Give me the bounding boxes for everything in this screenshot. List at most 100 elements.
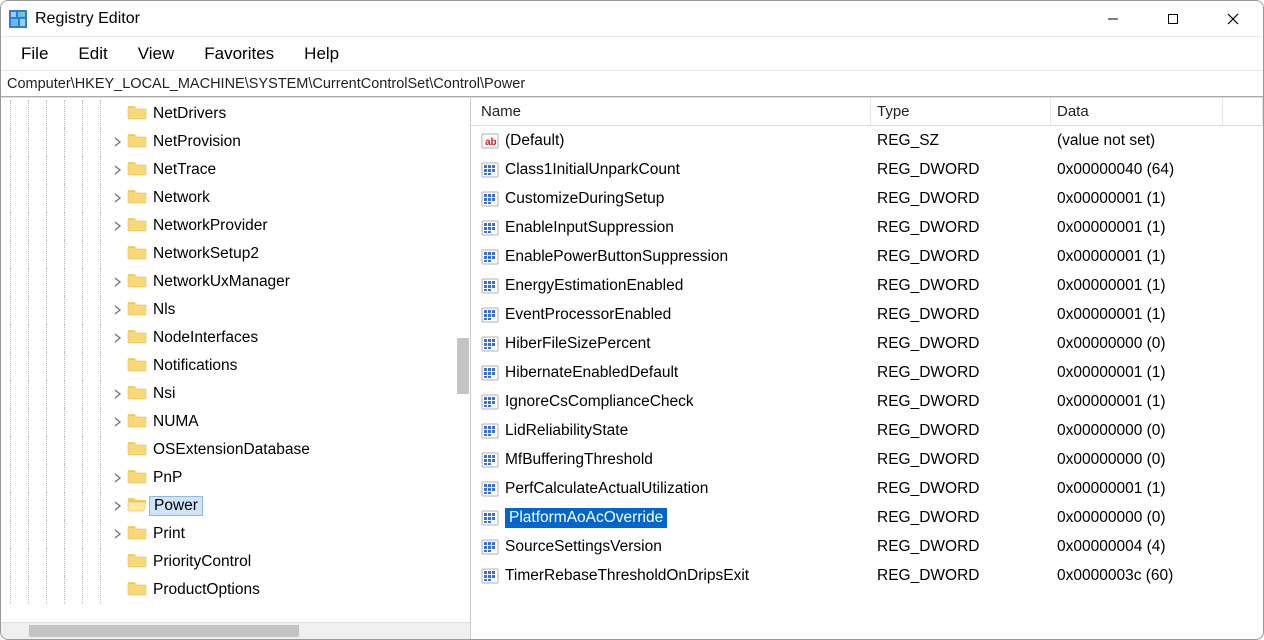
- value-name: EnablePowerButtonSuppression: [505, 248, 728, 266]
- value-type: REG_DWORD: [871, 393, 1051, 411]
- tree-item[interactable]: PnP: [1, 464, 470, 492]
- minimize-button[interactable]: [1083, 1, 1143, 36]
- tree-scroll[interactable]: NetDrivers NetProvision NetTrace Network…: [1, 98, 470, 622]
- folder-icon: [127, 552, 147, 568]
- value-row[interactable]: HibernateEnabledDefaultREG_DWORD0x000000…: [471, 358, 1263, 387]
- value-name: IgnoreCsComplianceCheck: [505, 393, 694, 411]
- tree-item[interactable]: OSExtensionDatabase: [1, 436, 470, 464]
- value-name: EventProcessorEnabled: [505, 306, 671, 324]
- chevron-right-icon[interactable]: [109, 464, 127, 492]
- folder-open-icon: [127, 496, 147, 512]
- tree-item[interactable]: Notifications: [1, 352, 470, 380]
- tree-expander-empty: [109, 352, 127, 380]
- tree-item[interactable]: Nsi: [1, 380, 470, 408]
- dword-value-icon: [481, 480, 499, 498]
- dword-value-icon: [481, 393, 499, 411]
- tree-item-label: Nls: [153, 301, 183, 319]
- body: NetDrivers NetProvision NetTrace Network…: [1, 97, 1263, 639]
- tree-item[interactable]: NetDrivers: [1, 100, 470, 128]
- value-row[interactable]: LidReliabilityStateREG_DWORD0x00000000 (…: [471, 416, 1263, 445]
- address-bar[interactable]: Computer\HKEY_LOCAL_MACHINE\SYSTEM\Curre…: [1, 71, 1263, 97]
- value-data: 0x00000001 (1): [1051, 277, 1263, 295]
- tree-item-label: Power: [149, 496, 203, 516]
- menu-view[interactable]: View: [124, 40, 189, 68]
- chevron-right-icon[interactable]: [109, 296, 127, 324]
- value-row[interactable]: EventProcessorEnabledREG_DWORD0x00000001…: [471, 300, 1263, 329]
- dword-value-icon: [481, 219, 499, 237]
- value-row[interactable]: IgnoreCsComplianceCheckREG_DWORD0x000000…: [471, 387, 1263, 416]
- value-name: MfBufferingThreshold: [505, 451, 653, 469]
- tree-item[interactable]: NetTrace: [1, 156, 470, 184]
- chevron-right-icon[interactable]: [109, 408, 127, 436]
- value-row[interactable]: EnablePowerButtonSuppressionREG_DWORD0x0…: [471, 242, 1263, 271]
- maximize-button[interactable]: [1143, 1, 1203, 36]
- tree-item[interactable]: NetProvision: [1, 128, 470, 156]
- value-row[interactable]: TimerRebaseThresholdOnDripsExitREG_DWORD…: [471, 561, 1263, 590]
- chevron-right-icon[interactable]: [109, 156, 127, 184]
- tree-item[interactable]: ProductOptions: [1, 576, 470, 604]
- values-header: Name Type Data: [471, 98, 1263, 126]
- tree-item-label: PnP: [153, 469, 190, 487]
- value-row[interactable]: EnableInputSuppressionREG_DWORD0x0000000…: [471, 213, 1263, 242]
- tree-item[interactable]: Network: [1, 184, 470, 212]
- tree-item[interactable]: Nls: [1, 296, 470, 324]
- tree-item[interactable]: NetworkUxManager: [1, 268, 470, 296]
- tree-item[interactable]: Print: [1, 520, 470, 548]
- menu-edit[interactable]: Edit: [64, 40, 121, 68]
- value-row[interactable]: Class1InitialUnparkCountREG_DWORD0x00000…: [471, 155, 1263, 184]
- tree-item-label: NodeInterfaces: [153, 329, 266, 347]
- dword-value-icon: [481, 248, 499, 266]
- dword-value-icon: [481, 451, 499, 469]
- value-row[interactable]: PlatformAoAcOverrideREG_DWORD0x00000000 …: [471, 503, 1263, 532]
- tree-item[interactable]: NodeInterfaces: [1, 324, 470, 352]
- menu-favorites[interactable]: Favorites: [190, 40, 288, 68]
- value-type: REG_DWORD: [871, 219, 1051, 237]
- address-text: Computer\HKEY_LOCAL_MACHINE\SYSTEM\Curre…: [7, 76, 525, 92]
- close-button[interactable]: [1203, 1, 1263, 36]
- value-row[interactable]: EnergyEstimationEnabledREG_DWORD0x000000…: [471, 271, 1263, 300]
- value-row[interactable]: SourceSettingsVersionREG_DWORD0x00000004…: [471, 532, 1263, 561]
- vertical-scrollbar-thumb[interactable]: [457, 338, 469, 394]
- value-row[interactable]: PerfCalculateActualUtilizationREG_DWORD0…: [471, 474, 1263, 503]
- value-type: REG_DWORD: [871, 364, 1051, 382]
- folder-icon: [127, 524, 147, 540]
- tree-item-label: NUMA: [153, 413, 207, 431]
- horizontal-scrollbar-thumb[interactable]: [29, 625, 299, 637]
- value-data: (value not set): [1051, 132, 1263, 150]
- folder-icon: [127, 300, 147, 316]
- tree-item[interactable]: NetworkSetup2: [1, 240, 470, 268]
- value-name: PlatformAoAcOverride: [505, 508, 667, 528]
- chevron-right-icon[interactable]: [109, 324, 127, 352]
- horizontal-scrollbar[interactable]: [1, 622, 470, 639]
- folder-icon: [127, 188, 147, 204]
- column-header-extra[interactable]: [1223, 98, 1263, 125]
- tree-item[interactable]: Power: [1, 492, 470, 520]
- value-row[interactable]: ab (Default)REG_SZ(value not set): [471, 126, 1263, 155]
- chevron-right-icon[interactable]: [109, 184, 127, 212]
- tree-expander-empty: [109, 240, 127, 268]
- chevron-right-icon[interactable]: [109, 268, 127, 296]
- folder-icon: [127, 244, 147, 260]
- value-row[interactable]: HiberFileSizePercentREG_DWORD0x00000000 …: [471, 329, 1263, 358]
- folder-icon: [127, 384, 147, 400]
- chevron-right-icon[interactable]: [109, 520, 127, 548]
- menu-file[interactable]: File: [7, 40, 62, 68]
- column-header-type[interactable]: Type: [871, 98, 1051, 125]
- window-title: Registry Editor: [35, 10, 140, 28]
- chevron-right-icon[interactable]: [109, 212, 127, 240]
- value-row[interactable]: CustomizeDuringSetupREG_DWORD0x00000001 …: [471, 184, 1263, 213]
- value-row[interactable]: MfBufferingThresholdREG_DWORD0x00000000 …: [471, 445, 1263, 474]
- column-header-data[interactable]: Data: [1051, 98, 1223, 125]
- dword-value-icon: [481, 161, 499, 179]
- tree-item[interactable]: NetworkProvider: [1, 212, 470, 240]
- chevron-right-icon[interactable]: [109, 492, 127, 520]
- value-type: REG_DWORD: [871, 190, 1051, 208]
- chevron-right-icon[interactable]: [109, 380, 127, 408]
- menu-help[interactable]: Help: [290, 40, 353, 68]
- column-header-name[interactable]: Name: [471, 98, 871, 125]
- dword-value-icon: [481, 306, 499, 324]
- folder-icon: [127, 580, 147, 596]
- tree-item[interactable]: PriorityControl: [1, 548, 470, 576]
- chevron-right-icon[interactable]: [109, 128, 127, 156]
- tree-item[interactable]: NUMA: [1, 408, 470, 436]
